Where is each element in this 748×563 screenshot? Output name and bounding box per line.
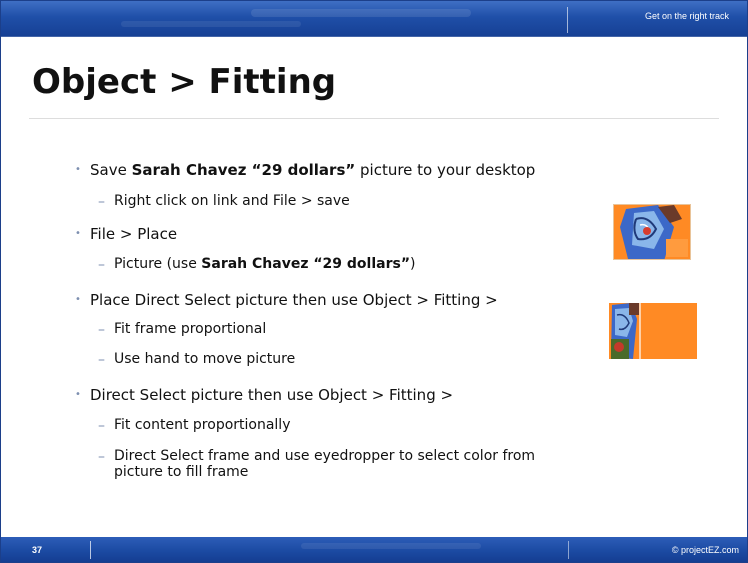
sub-bullet-text: Fit frame proportional <box>114 321 267 337</box>
sub-bullet-item: – Direct Select frame and use eyedropper… <box>98 448 536 480</box>
slide-number: 37 <box>32 545 43 555</box>
bullet-marker: • <box>75 228 81 239</box>
bullet-text: File > Place <box>90 225 178 243</box>
sub-bullet-text: Right click on link and File > save <box>114 193 350 209</box>
footer-decoration <box>301 543 481 549</box>
sub-bullet-marker: – <box>98 257 105 273</box>
sub-bullet-text: Direct Select frame and use eyedropper t… <box>114 448 536 464</box>
painting-picture <box>613 204 691 260</box>
bullet-marker: • <box>75 294 81 305</box>
sub-bullet-item: – Use hand to move picture <box>98 351 296 368</box>
slide: Get on the right track Object > Fitting … <box>0 0 748 563</box>
sub-bullet-text: Fit content proportionally <box>114 417 291 433</box>
sub-bullet-text: Picture (use <box>114 256 202 272</box>
sub-bullet-marker: – <box>98 352 105 368</box>
painting-image <box>614 205 690 259</box>
sub-bullet-text: Use hand to move picture <box>114 351 296 367</box>
sub-bullet-marker: – <box>98 449 105 465</box>
bullet-item: • File > Place <box>75 225 178 243</box>
footer-divider <box>90 541 91 559</box>
bullet-marker: • <box>75 164 81 175</box>
sub-bullet-item: – Fit frame proportional <box>98 321 267 338</box>
copyright-text: © projectEZ.com <box>671 545 739 555</box>
sub-bullet-item: – Right click on link and File > save <box>98 193 350 210</box>
bullet-item: • Place Direct Select picture then use O… <box>75 291 498 309</box>
sub-bullet-text: ) <box>410 256 416 272</box>
bullet-item: • Save Sarah Chavez “29 dollars” picture… <box>75 161 536 179</box>
footer-divider <box>568 541 569 559</box>
sub-bullet-marker: – <box>98 322 105 338</box>
bullet-text: picture to your desktop <box>355 161 536 179</box>
bullet-marker: • <box>75 389 81 400</box>
sub-bullet-bold-text: Sarah Chavez “29 dollars” <box>201 256 411 272</box>
sub-bullet-item: – Picture (use Sarah Chavez “29 dollars”… <box>98 256 416 273</box>
bullet-text: Save <box>90 161 132 179</box>
sub-bullet-marker: – <box>98 194 105 210</box>
bullet-text: Place Direct Select picture then use Obj… <box>90 291 498 309</box>
footer-bar: 37 © projectEZ.com <box>1 537 747 562</box>
sub-bullet-item: – Fit content proportionally <box>98 417 291 434</box>
sub-bullet-marker: – <box>98 418 105 434</box>
bullet-text: Direct Select picture then use Object > … <box>90 386 454 404</box>
sub-bullet-text-continued: picture to fill frame <box>114 464 249 480</box>
fitted-picture-frame <box>609 303 697 359</box>
bullet-bold-text: Sarah Chavez “29 dollars” <box>131 161 356 179</box>
bullet-list: • Save Sarah Chavez “29 dollars” picture… <box>1 1 747 562</box>
bullet-item: • Direct Select picture then use Object … <box>75 386 454 404</box>
fitted-painting-image <box>609 303 697 359</box>
